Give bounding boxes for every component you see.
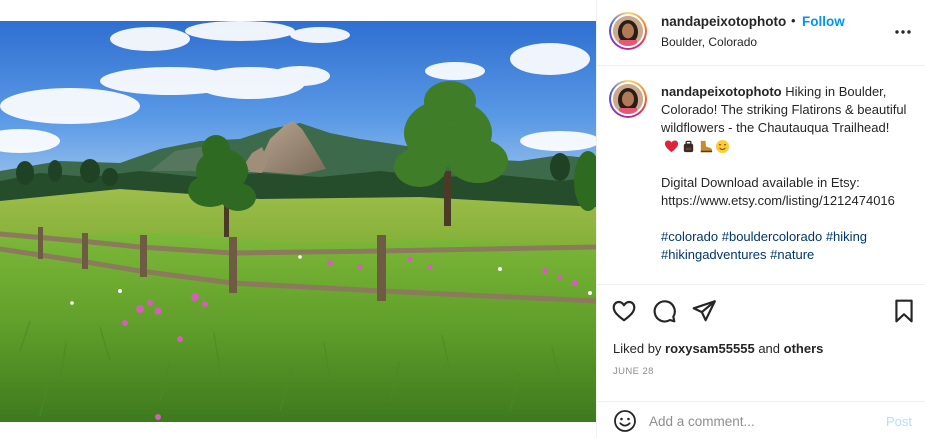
hashtag-link[interactable]: #hiking: [826, 229, 867, 244]
likes-conjunction: and: [758, 341, 781, 356]
post-photo[interactable]: [0, 21, 596, 422]
caption-avatar[interactable]: [609, 80, 647, 118]
more-options-icon[interactable]: [893, 22, 913, 42]
comment-icon[interactable]: [651, 298, 677, 324]
liked-by-user[interactable]: roxysam55555: [665, 341, 755, 356]
post-date[interactable]: JUNE 28: [613, 366, 654, 377]
post-location[interactable]: Boulder, Colorado: [661, 35, 757, 49]
caption-text: nandapeixotophoto Hiking in Boulder, Col…: [661, 83, 913, 265]
comment-input[interactable]: [649, 411, 869, 431]
separator-dot: •: [791, 13, 796, 28]
caption-paragraph: nandapeixotophoto Hiking in Boulder, Col…: [661, 83, 913, 156]
profile-photo: [613, 84, 643, 114]
avatar-image: [613, 84, 643, 114]
hashtag-link[interactable]: #hikingadventures: [661, 247, 767, 262]
hashtag-link[interactable]: #bouldercolorado: [722, 229, 822, 244]
post-username[interactable]: nandapeixotophoto: [661, 14, 786, 29]
post-media-panel: [0, 0, 596, 438]
smiling-face-emoji: [715, 139, 730, 153]
avatar-image: [613, 16, 643, 46]
caption-emojis: [664, 139, 730, 154]
heart-icon[interactable]: [611, 298, 637, 324]
post-comment-button[interactable]: Post: [886, 414, 912, 429]
hiking-boot-emoji: [700, 140, 713, 152]
caption-username[interactable]: nandapeixotophoto: [661, 84, 782, 99]
avatar-ring: [611, 14, 645, 48]
post-side-panel: nandapeixotophoto • Follow Boulder, Colo…: [596, 0, 925, 438]
emoji-smile-icon[interactable]: [613, 409, 637, 433]
caption-etsy-line: Digital Download available in Etsy: http…: [661, 174, 895, 209]
backpack-emoji: [683, 140, 694, 152]
likes-others-link[interactable]: others: [784, 341, 824, 356]
follow-button[interactable]: Follow: [802, 14, 845, 29]
caption-hashtags: #colorado #bouldercolorado #hiking #hiki…: [661, 228, 913, 264]
red-heart-emoji: [664, 140, 679, 152]
likes-prefix: Liked by: [613, 341, 662, 356]
post-actions-bar: [597, 294, 925, 328]
hashtag-link[interactable]: #nature: [770, 247, 814, 262]
profile-photo: [613, 16, 643, 46]
likes-summary: Liked by roxysam55555 and others: [613, 341, 823, 356]
flatirons-landscape-image: [0, 21, 596, 422]
share-icon[interactable]: [691, 298, 717, 324]
avatar-ring: [611, 82, 645, 116]
hashtag-link[interactable]: #colorado: [661, 229, 718, 244]
avatar[interactable]: [609, 12, 647, 50]
comment-bar: Post: [597, 401, 925, 438]
bookmark-icon[interactable]: [891, 298, 917, 324]
post-header: nandapeixotophoto • Follow Boulder, Colo…: [597, 0, 925, 66]
post-caption-area: nandapeixotophoto Hiking in Boulder, Col…: [597, 67, 925, 285]
